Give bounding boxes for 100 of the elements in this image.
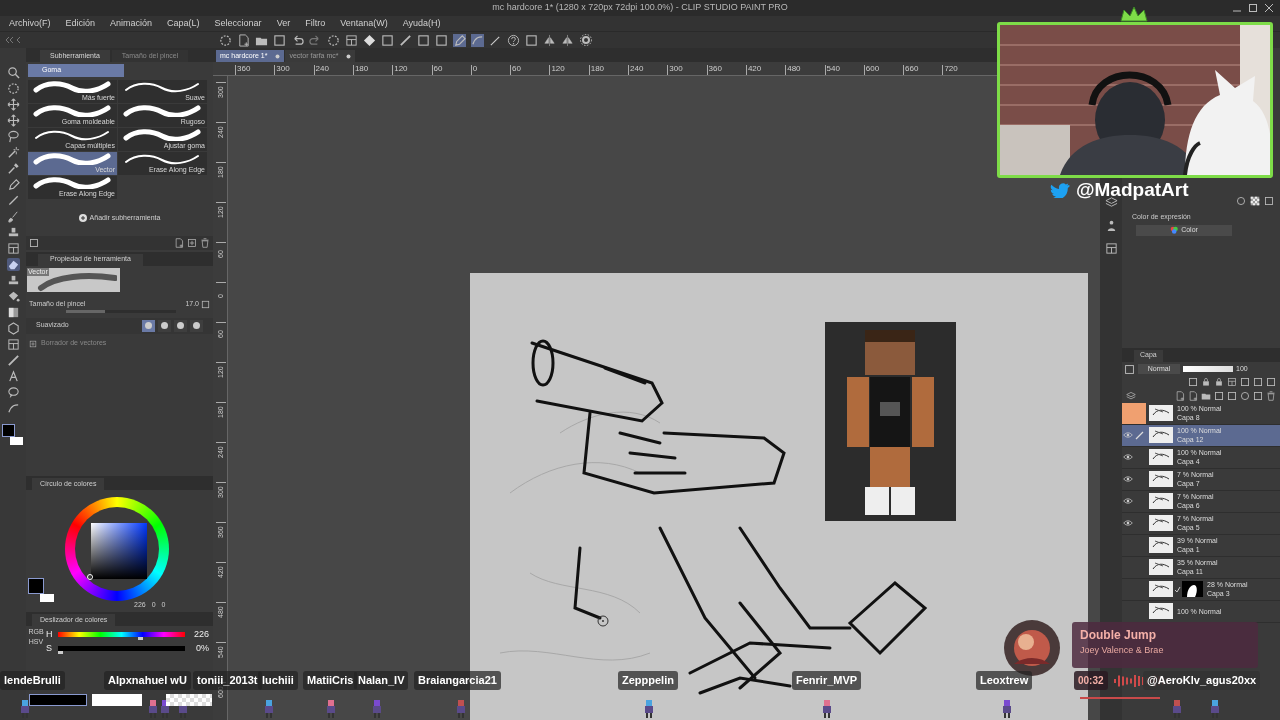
grid-icon[interactable] xyxy=(6,338,20,351)
pen-icon[interactable] xyxy=(453,33,466,47)
maximize-icon[interactable] xyxy=(1248,3,1258,13)
hexagon-icon[interactable] xyxy=(6,322,20,335)
flip-icon[interactable] xyxy=(543,33,556,47)
square-icon[interactable] xyxy=(1264,196,1274,206)
square-icon[interactable] xyxy=(273,33,286,47)
eye-icon[interactable] xyxy=(1123,518,1133,528)
menu-item[interactable]: Ventana(W) xyxy=(340,16,388,31)
foreground-color-swatch[interactable] xyxy=(2,424,15,437)
color-bar-swatch[interactable] xyxy=(166,694,212,706)
new-file-icon[interactable] xyxy=(1188,390,1198,401)
flip-icon[interactable] xyxy=(561,33,574,47)
eye-icon[interactable] xyxy=(1123,430,1133,440)
curve-icon[interactable] xyxy=(6,402,20,415)
square-icon[interactable] xyxy=(1214,390,1224,401)
color-bar-swatch[interactable] xyxy=(92,694,142,706)
foreground-color-swatch[interactable] xyxy=(28,578,44,594)
dotted-circle-icon[interactable] xyxy=(219,33,232,47)
menu-item[interactable]: Ayuda(H) xyxy=(402,16,441,31)
trash-icon[interactable] xyxy=(200,237,210,248)
lock-icon[interactable] xyxy=(1201,377,1211,387)
eye-icon[interactable] xyxy=(1123,496,1133,506)
lock-icon[interactable] xyxy=(1214,377,1224,387)
opacity-slider[interactable] xyxy=(1183,366,1233,372)
square-icon[interactable] xyxy=(1124,363,1135,375)
stamp-icon[interactable] xyxy=(6,226,20,239)
menu-item[interactable]: Capa(L) xyxy=(167,16,200,31)
pen-icon[interactable] xyxy=(1135,430,1145,440)
diamond-icon[interactable] xyxy=(363,33,376,47)
slider-thumb[interactable] xyxy=(138,637,143,640)
speech-bubble-icon[interactable] xyxy=(6,386,20,399)
color-bar-swatch[interactable] xyxy=(29,694,87,706)
plus-square-icon[interactable] xyxy=(29,339,37,348)
eyedropper-icon[interactable] xyxy=(6,162,20,175)
size-slider[interactable] xyxy=(66,309,176,313)
ruler-icon[interactable] xyxy=(6,354,20,367)
new-file-icon[interactable] xyxy=(237,33,250,47)
stamp-icon[interactable] xyxy=(6,274,20,287)
background-color-swatch[interactable] xyxy=(10,437,23,445)
color-slider[interactable] xyxy=(58,632,185,637)
slider-thumb[interactable] xyxy=(58,651,63,654)
square-icon[interactable] xyxy=(381,33,394,47)
move-icon[interactable] xyxy=(6,98,20,111)
close-icon[interactable] xyxy=(1264,3,1274,13)
square-icon[interactable] xyxy=(201,300,210,309)
color-slider[interactable] xyxy=(58,646,185,651)
layers-icon[interactable] xyxy=(1126,390,1136,401)
lasso-icon[interactable] xyxy=(6,130,20,143)
gear-icon[interactable] xyxy=(579,33,593,47)
square-icon[interactable] xyxy=(435,33,448,47)
pen-icon[interactable] xyxy=(6,178,20,191)
gradient-icon[interactable] xyxy=(6,306,20,319)
pencil-icon[interactable] xyxy=(6,194,20,207)
menu-item[interactable]: Archivo(F) xyxy=(9,16,51,31)
square-icon[interactable] xyxy=(1240,377,1250,387)
dotted-circle-icon[interactable] xyxy=(327,33,340,47)
menu-item[interactable]: Edición xyxy=(65,16,96,31)
brush-icon[interactable] xyxy=(6,210,20,223)
circle-icon[interactable] xyxy=(1240,390,1250,401)
bucket-icon[interactable] xyxy=(6,290,20,303)
curve-icon[interactable] xyxy=(471,33,484,47)
new-file-icon[interactable] xyxy=(174,237,184,248)
new-file-icon[interactable] xyxy=(1175,390,1185,401)
search-icon[interactable] xyxy=(6,66,20,79)
menu-item[interactable]: Ver xyxy=(276,16,291,31)
wand-icon[interactable] xyxy=(6,146,20,159)
eraser-icon[interactable] xyxy=(6,258,20,271)
plus-square-icon[interactable] xyxy=(187,237,197,248)
dotted-circle-icon[interactable] xyxy=(6,82,20,95)
eye-icon[interactable] xyxy=(1123,452,1133,462)
move-icon[interactable] xyxy=(6,114,20,127)
trash-icon[interactable] xyxy=(1266,390,1276,401)
eye-icon[interactable] xyxy=(1123,474,1133,484)
square-icon[interactable] xyxy=(29,237,39,248)
square-icon[interactable] xyxy=(1188,377,1198,387)
smoothing-option[interactable] xyxy=(174,319,187,332)
letter-shape-icon[interactable] xyxy=(6,370,20,383)
grid-icon[interactable] xyxy=(345,33,358,47)
menu-item[interactable]: Seleccionar xyxy=(214,16,262,31)
grid-icon[interactable] xyxy=(1227,377,1237,387)
square-icon[interactable] xyxy=(525,33,538,47)
saturation-square[interactable] xyxy=(91,523,147,579)
smoothing-option[interactable] xyxy=(158,319,171,332)
background-color-swatch[interactable] xyxy=(40,594,54,602)
smoothing-option[interactable] xyxy=(142,319,155,332)
ruler-icon[interactable] xyxy=(399,33,412,47)
square-icon[interactable] xyxy=(417,33,430,47)
checker-icon[interactable] xyxy=(1250,196,1260,206)
grid-icon[interactable] xyxy=(6,242,20,255)
menu-item[interactable]: Filtro xyxy=(305,16,326,31)
smoothing-option[interactable] xyxy=(190,319,203,332)
square-icon[interactable] xyxy=(1227,390,1237,401)
square-icon[interactable] xyxy=(1253,377,1263,387)
grid-icon[interactable] xyxy=(1104,242,1118,255)
menu-item[interactable]: Animación xyxy=(110,16,153,31)
square-icon[interactable] xyxy=(1266,377,1276,387)
square-icon[interactable] xyxy=(1253,390,1263,401)
question-icon[interactable] xyxy=(507,33,520,47)
circle-icon[interactable] xyxy=(1236,196,1246,206)
